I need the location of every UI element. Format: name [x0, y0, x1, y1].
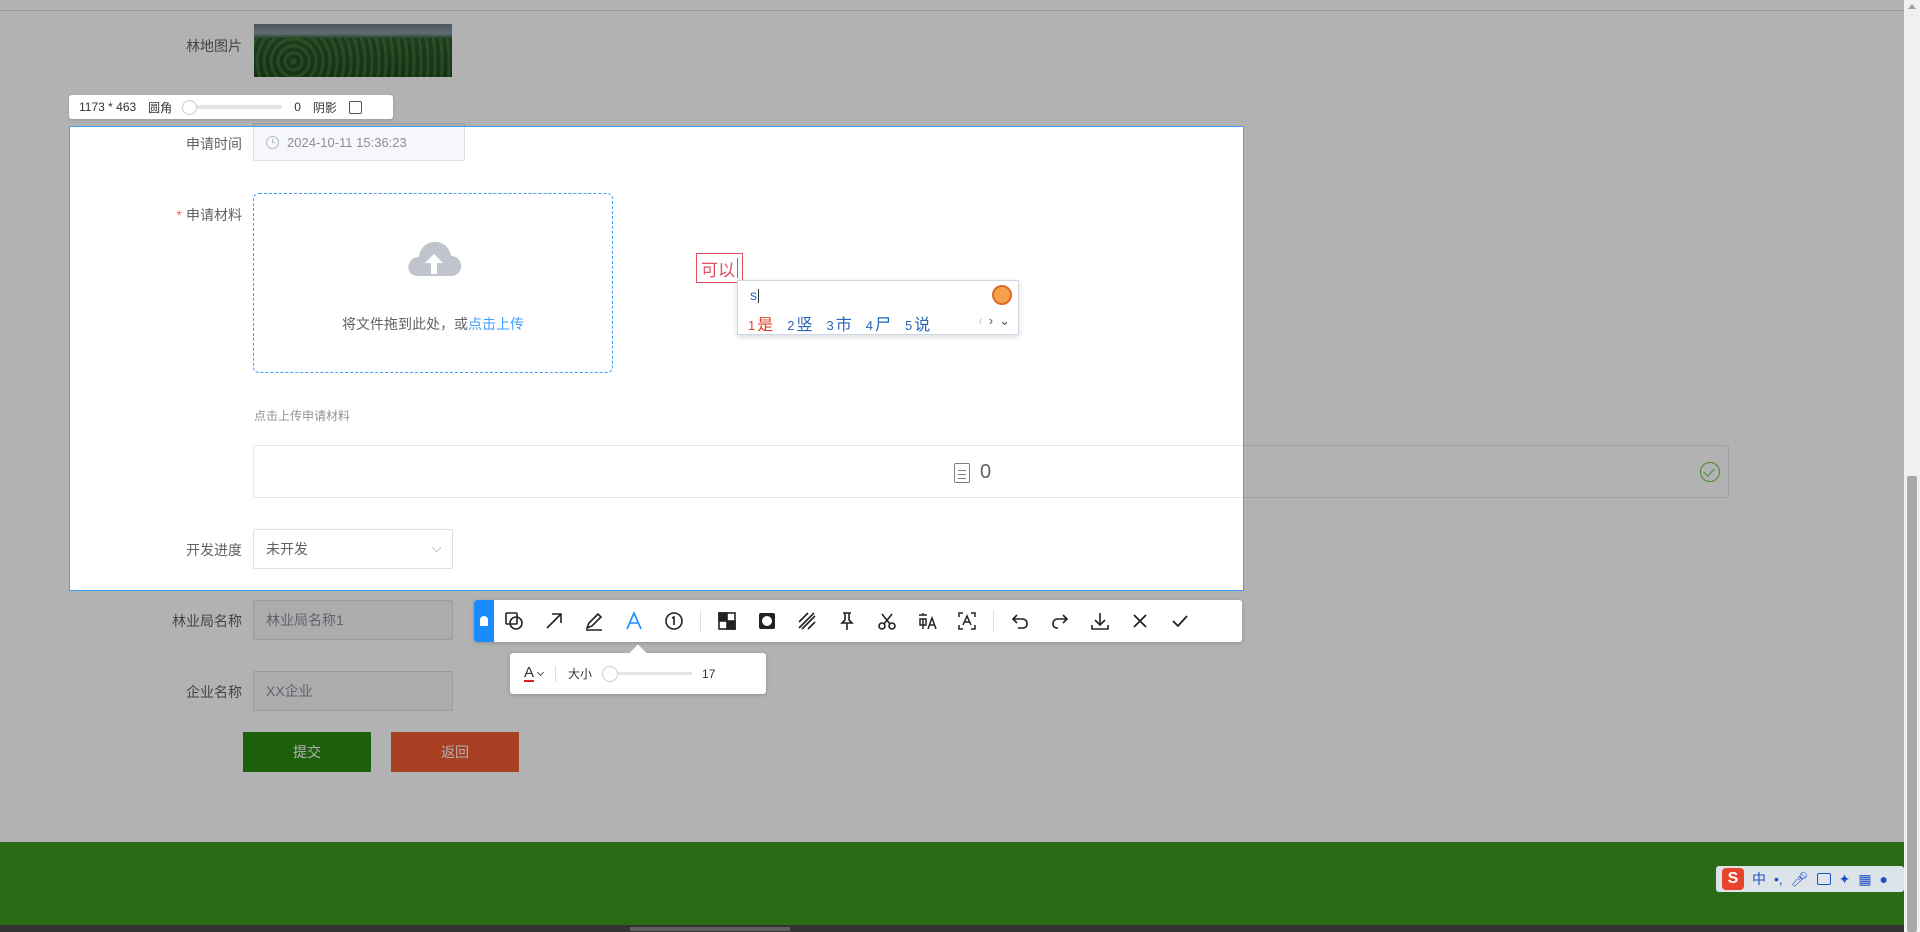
- ime-status-bar: S 中 •, 🎤︎ ✦ ▦ ●: [1716, 866, 1904, 892]
- candidate-text: 尸: [874, 317, 891, 334]
- translate-icon[interactable]: [907, 600, 947, 642]
- close-icon[interactable]: [1120, 600, 1160, 642]
- candidate-text: 是: [757, 317, 774, 334]
- skin-icon[interactable]: ✦: [1839, 871, 1851, 888]
- vertical-scroll-thumb[interactable]: [1907, 476, 1917, 932]
- chevron-down-icon: [536, 668, 545, 676]
- candidate-text: 市: [835, 317, 852, 334]
- hatch-icon[interactable]: [787, 600, 827, 642]
- sogou-logo-icon[interactable]: S: [1722, 868, 1744, 890]
- number-icon[interactable]: [654, 600, 694, 642]
- selection-size: 1173 * 463: [79, 100, 137, 114]
- next-page-icon[interactable]: ›: [989, 313, 993, 329]
- shape-icon[interactable]: [494, 600, 534, 642]
- pin-icon[interactable]: [474, 600, 494, 642]
- blur-icon[interactable]: [747, 600, 787, 642]
- dim-overlay-right: [1244, 126, 1904, 591]
- selection-info-bar: 1173 * 463 圆角 0 阴影: [69, 95, 393, 119]
- capture-selection[interactable]: [69, 126, 1244, 591]
- microphone-icon[interactable]: 🎤︎: [1791, 871, 1809, 888]
- confirm-icon[interactable]: [1160, 600, 1200, 642]
- mascot-icon[interactable]: ●: [1880, 871, 1888, 887]
- candidate-number: 2: [787, 318, 795, 333]
- pen-icon[interactable]: [574, 600, 614, 642]
- dim-overlay-left: [0, 126, 69, 591]
- ime-composition: s: [750, 287, 757, 303]
- candidate-number: 4: [865, 318, 873, 333]
- ime-candidate-3[interactable]: 3市: [827, 311, 852, 335]
- ime-mascot-icon: [992, 285, 1012, 305]
- dim-overlay-bottom: [0, 591, 1904, 932]
- ocr-icon[interactable]: [947, 600, 987, 642]
- mosaic-icon[interactable]: [707, 600, 747, 642]
- download-icon[interactable]: [1080, 600, 1120, 642]
- text-size-value: 17: [702, 666, 716, 681]
- text-size-label: 大小: [568, 667, 593, 681]
- pin-top-icon[interactable]: [827, 600, 867, 642]
- text-caret: [737, 258, 738, 278]
- popup-separator: [555, 665, 557, 682]
- ime-punct[interactable]: •,: [1774, 871, 1783, 887]
- text-size-slider[interactable]: [602, 666, 693, 682]
- toolbar-separator: [993, 610, 994, 632]
- scissors-icon[interactable]: [867, 600, 907, 642]
- toolbar-separator: [700, 610, 701, 632]
- radius-label: 圆角: [148, 100, 173, 115]
- ime-candidate-4[interactable]: 4尸: [866, 311, 891, 335]
- radius-value: 0: [294, 100, 301, 114]
- undo-icon[interactable]: [1000, 600, 1040, 642]
- scroll-up-icon[interactable]: [1908, 4, 1916, 9]
- annotation-text: 可以: [701, 260, 735, 280]
- ime-nav: ‹ › ⌄: [978, 313, 1010, 329]
- annotation-toolbar: [474, 600, 1242, 642]
- annotation-text-box[interactable]: 可以: [696, 253, 743, 283]
- keyboard-icon[interactable]: [1816, 873, 1831, 885]
- arrow-icon[interactable]: [534, 600, 574, 642]
- ime-candidate-1[interactable]: 1是: [748, 311, 773, 335]
- ime-candidates: 1是 2竖 3市 4尸 5说: [748, 311, 930, 335]
- redo-icon[interactable]: [1040, 600, 1080, 642]
- prev-page-icon[interactable]: ‹: [978, 313, 982, 329]
- candidate-text: 说: [914, 317, 931, 334]
- candidate-number: 5: [905, 318, 913, 333]
- shadow-label: 阴影: [312, 100, 337, 115]
- expand-icon[interactable]: ⌄: [999, 313, 1010, 329]
- ime-candidate-2[interactable]: 2竖: [787, 311, 812, 335]
- text-icon[interactable]: [614, 600, 654, 642]
- ime-candidate-5[interactable]: 5说: [905, 311, 930, 335]
- radius-slider[interactable]: [182, 100, 283, 115]
- text-color-icon: A: [524, 663, 535, 682]
- apps-icon[interactable]: ▦: [1858, 871, 1871, 888]
- text-settings-popup: A 大小 17: [510, 653, 766, 694]
- shadow-checkbox[interactable]: [348, 100, 362, 114]
- candidate-number: 3: [826, 318, 834, 333]
- ime-candidate-window: s 1是 2竖 3市 4尸 5说 ‹ › ⌄: [737, 280, 1019, 335]
- candidate-number: 1: [748, 318, 756, 333]
- candidate-text: 竖: [796, 317, 813, 334]
- ime-mode[interactable]: 中: [1752, 869, 1766, 889]
- text-color-picker[interactable]: A: [524, 663, 545, 682]
